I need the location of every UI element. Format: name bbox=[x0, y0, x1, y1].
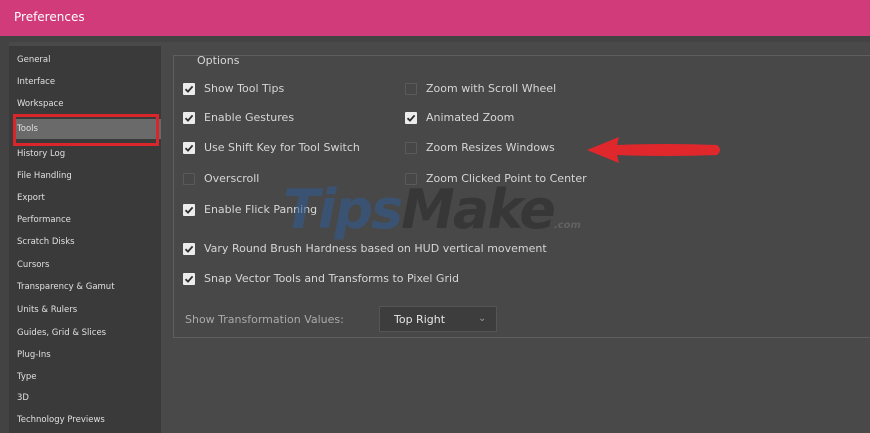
transformation-values-label: Show Transformation Values: bbox=[185, 313, 344, 326]
window-title: Preferences bbox=[14, 10, 85, 24]
sidebar-item-interface[interactable]: Interface bbox=[17, 72, 55, 92]
zoom-resizes-windows-checkbox[interactable]: Zoom Resizes Windows bbox=[405, 140, 585, 156]
checkbox-unchecked-icon bbox=[183, 173, 195, 185]
sidebar-item-type[interactable]: Type bbox=[17, 367, 37, 387]
sidebar-item-scratch-disks[interactable]: Scratch Disks bbox=[17, 232, 75, 252]
checkbox-unchecked-icon bbox=[405, 83, 417, 95]
watermark-part2: Make bbox=[401, 178, 556, 241]
zoom-resizes-windows-label: Zoom Resizes Windows bbox=[426, 141, 555, 154]
animated-zoom-checkbox[interactable]: Animated Zoom bbox=[405, 110, 605, 126]
enable-gestures-checkbox[interactable]: Enable Gestures bbox=[183, 110, 383, 126]
sidebar-item-guides-grid-slices[interactable]: Guides, Grid & Slices bbox=[17, 323, 106, 343]
sidebar-item-history-log[interactable]: History Log bbox=[17, 144, 65, 164]
chevron-down-icon: ⌄ bbox=[478, 313, 487, 324]
vary-round-brush-label: Vary Round Brush Hardness based on HUD v… bbox=[204, 242, 547, 255]
snap-vector-tools-label: Snap Vector Tools and Transforms to Pixe… bbox=[204, 272, 460, 285]
checkbox-checked-icon bbox=[405, 112, 417, 124]
snap-vector-tools-checkbox[interactable]: Snap Vector Tools and Transforms to Pixe… bbox=[183, 271, 513, 287]
checkbox-checked-icon bbox=[183, 204, 195, 216]
watermark-part1: Tips bbox=[283, 178, 403, 241]
use-shift-key-checkbox[interactable]: Use Shift Key for Tool Switch bbox=[183, 140, 393, 156]
sidebar-item-file-handling[interactable]: File Handling bbox=[17, 166, 72, 186]
sidebar-item-units-rulers[interactable]: Units & Rulers bbox=[17, 300, 77, 320]
vary-round-brush-checkbox[interactable]: Vary Round Brush Hardness based on HUD v… bbox=[183, 241, 603, 257]
sidebar-item-workspace[interactable]: Workspace bbox=[17, 94, 63, 114]
sidebar: General Interface Workspace Tools Histor… bbox=[9, 46, 161, 433]
show-tool-tips-label: Show Tool Tips bbox=[204, 82, 285, 95]
checkbox-checked-icon bbox=[183, 142, 195, 154]
watermark-suffix: .com bbox=[553, 220, 581, 231]
red-arrow-left-icon bbox=[587, 137, 720, 163]
checkbox-checked-icon bbox=[183, 83, 195, 95]
options-heading: Options bbox=[197, 54, 240, 67]
sidebar-item-cursors[interactable]: Cursors bbox=[17, 255, 49, 275]
zoom-with-scroll-wheel-label: Zoom with Scroll Wheel bbox=[426, 82, 557, 95]
enable-gestures-label: Enable Gestures bbox=[204, 111, 295, 124]
transformation-values-select[interactable]: Top Right ⌄ bbox=[379, 306, 497, 332]
tools-highlight-box bbox=[13, 114, 159, 146]
sidebar-item-transparency-gamut[interactable]: Transparency & Gamut bbox=[17, 277, 115, 297]
animated-zoom-label: Animated Zoom bbox=[426, 111, 515, 124]
sidebar-item-technology-previews[interactable]: Technology Previews bbox=[17, 410, 105, 430]
sidebar-item-export[interactable]: Export bbox=[17, 188, 45, 208]
transformation-values-value: Top Right bbox=[394, 313, 446, 326]
use-shift-key-label: Use Shift Key for Tool Switch bbox=[204, 141, 360, 154]
sidebar-item-general[interactable]: General bbox=[17, 50, 51, 70]
overscroll-label: Overscroll bbox=[204, 172, 260, 185]
checkbox-checked-icon bbox=[183, 112, 195, 124]
sidebar-item-plug-ins[interactable]: Plug-Ins bbox=[17, 345, 51, 365]
sidebar-item-performance[interactable]: Performance bbox=[17, 210, 71, 230]
checkbox-unchecked-icon bbox=[405, 142, 417, 154]
title-bar: Preferences bbox=[0, 0, 870, 36]
sidebar-item-3d[interactable]: 3D bbox=[17, 388, 29, 408]
checkbox-checked-icon bbox=[183, 243, 195, 255]
show-tool-tips-checkbox[interactable]: Show Tool Tips bbox=[183, 81, 383, 97]
tipsmake-watermark: TipsMake.com bbox=[283, 178, 581, 248]
zoom-with-scroll-wheel-checkbox[interactable]: Zoom with Scroll Wheel bbox=[405, 81, 605, 97]
checkbox-checked-icon bbox=[183, 273, 195, 285]
